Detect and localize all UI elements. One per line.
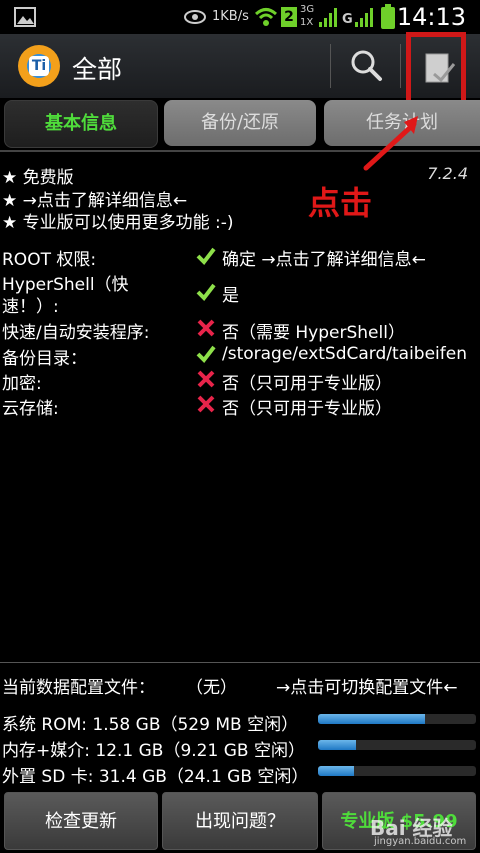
network-speed: 1KB/s: [212, 9, 249, 24]
clock: 14:13: [396, 3, 466, 31]
annotation-arrow-icon: [363, 116, 418, 171]
row-backup-dir-label: 备份目录：: [2, 349, 87, 369]
network-1x-label: 1X: [300, 17, 314, 28]
search-button[interactable]: [344, 44, 388, 88]
info-free-version: ★ 免费版: [2, 168, 74, 188]
profile-label: 当前数据配置文件：: [2, 678, 155, 698]
storage-internal-label: 内存+媒介: 12.1 GB（9.21 GB 空闲）: [2, 741, 305, 761]
storage-rom-label: 系统 ROM: 1.58 GB（529 MB 空闲）: [2, 715, 299, 735]
row-cloud-value: 否（只可用于专业版）: [222, 399, 392, 419]
battery-icon: [381, 4, 395, 29]
sim-badge: 2: [281, 7, 297, 27]
version-label: 7.2.4: [427, 164, 468, 183]
annotation-text: 点击: [308, 184, 373, 222]
profile-switch-link[interactable]: →点击可切换配置文件←: [276, 673, 458, 698]
page-title: 全部: [72, 55, 123, 84]
signal-icon-2: [355, 8, 373, 27]
row-installer-value: 否（需要 HyperShell）: [222, 323, 405, 343]
cross-icon: [197, 395, 215, 413]
cross-icon: [197, 370, 215, 388]
eye-icon: [184, 10, 206, 24]
storage-sd-progress-fill: [318, 766, 355, 776]
row-hypershell-value: 是: [222, 286, 239, 306]
check-icon: [196, 247, 216, 266]
row-hypershell-label-2: 速！）:: [2, 297, 59, 317]
status-bar: 1KB/s 2 3G 1X G 14:13: [0, 0, 480, 34]
cross-icon: [197, 319, 215, 337]
row-cloud-label: 云存储:: [2, 399, 59, 419]
app-logo-icon[interactable]: Ti: [18, 45, 60, 87]
search-icon: [351, 50, 382, 81]
row-installer-label: 快速/自动安装程序:: [2, 323, 150, 343]
check-icon: [196, 345, 216, 364]
action-bar-divider: [330, 44, 331, 88]
check-icon: [196, 283, 216, 302]
row-root-value[interactable]: 确定 →点击了解详细信息←: [222, 245, 426, 270]
storage-rom-progress: [318, 714, 476, 724]
watermark-url: jingyan.baidu.com: [374, 836, 467, 847]
row-encryption-label: 加密:: [2, 374, 42, 394]
row-backup-dir-value: /storage/extSdCard/taibeifen: [222, 344, 467, 364]
report-problem-button[interactable]: 出现问题？: [162, 792, 318, 850]
storage-sd-progress: [318, 766, 476, 776]
annotation-highlight-box: [406, 32, 466, 106]
storage-internal-progress-fill: [318, 740, 356, 750]
divider: [0, 662, 480, 663]
network-3g-label: 3G: [300, 4, 315, 15]
app-logo-letter: Ti: [29, 56, 49, 76]
tab-basic-info[interactable]: 基本信息: [4, 100, 158, 148]
storage-sd-label: 外置 SD 卡: 31.4 GB（24.1 GB 空闲）: [2, 767, 309, 787]
check-update-button[interactable]: 检查更新: [4, 792, 158, 850]
tab-backup-restore[interactable]: 备份/还原: [164, 100, 316, 146]
gallery-notification-icon: [14, 7, 36, 27]
action-bar-divider: [400, 44, 401, 88]
row-encryption-value: 否（只可用于专业版）: [222, 374, 392, 394]
wifi-icon: [254, 8, 278, 26]
profile-value: （无）: [186, 678, 237, 698]
signal-icon-1: [319, 8, 337, 27]
row-root-label: ROOT 权限:: [2, 250, 97, 270]
network-g-label: G: [342, 12, 353, 27]
storage-internal-progress: [318, 740, 476, 750]
info-pro-features: ★ 专业版可以使用更多功能 :-): [2, 213, 234, 233]
storage-rom-progress-fill: [318, 714, 426, 724]
